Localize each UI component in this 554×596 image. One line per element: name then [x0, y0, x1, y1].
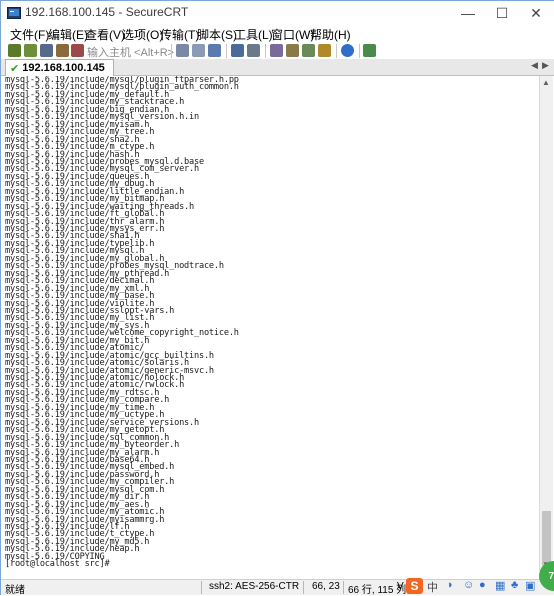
menu-script[interactable]: 脚本(S) [196, 26, 238, 43]
terminal-output[interactable]: mysql-5.6.19/include/mysql/plugin_ftpars… [2, 76, 538, 571]
disconnect-icon[interactable] [71, 44, 84, 57]
tab-bar: ✔ 192.168.100.145 ◀ ▶ [1, 59, 554, 76]
toolbar-divider [265, 44, 266, 58]
menu-edit[interactable]: 编辑(E) [47, 26, 89, 43]
toolbar-divider [226, 44, 227, 58]
menu-help[interactable]: 帮助(H) [309, 26, 352, 43]
menu-transfer[interactable]: 传输(T) [159, 26, 200, 43]
performance-badge-value: 70 [548, 570, 554, 582]
help-icon[interactable] [341, 44, 354, 57]
menu-options[interactable]: 选项(O) [121, 26, 164, 43]
keymap-icon[interactable] [363, 44, 376, 57]
skin-icon[interactable]: ♣ [511, 579, 518, 591]
tab-scroll-right-icon[interactable]: ▶ [542, 60, 549, 71]
status-terminal-type: V [397, 581, 404, 592]
copy-icon[interactable] [176, 44, 189, 57]
toolbar-divider [171, 44, 172, 58]
sftp-icon[interactable] [302, 44, 315, 57]
close-button[interactable]: ✕ [519, 1, 553, 25]
minimize-icon: — [461, 5, 475, 21]
connect-icon[interactable] [8, 44, 21, 57]
scroll-thumb[interactable] [542, 511, 551, 566]
paste-icon[interactable] [192, 44, 205, 57]
print-selection-icon[interactable] [247, 44, 260, 57]
voice-icon[interactable]: ● [479, 579, 486, 591]
toolbar-divider [359, 44, 360, 58]
window-title: 192.168.100.145 - SecureCRT [25, 5, 189, 19]
menu-view[interactable]: 查看(V) [84, 26, 126, 43]
session-options-icon[interactable] [270, 44, 283, 57]
quick-connect-input[interactable]: 输入主机 <Alt+R> [87, 44, 174, 60]
status-encryption: ssh2: AES-256-CTR [209, 581, 300, 592]
toolbar-divider [336, 44, 337, 58]
terminal-scrollbar[interactable]: ▲ ▼ [539, 76, 553, 571]
key-icon[interactable] [318, 44, 331, 57]
tab-label: 192.168.100.145 [22, 62, 105, 74]
toolbox-icon[interactable]: ▣ [525, 579, 535, 592]
scroll-up-icon[interactable]: ▲ [542, 78, 550, 87]
status-divider [303, 581, 304, 594]
menu-bar: 文件(F) 编辑(E) 查看(V) 选项(O) 传输(T) 脚本(S) 工具(L… [1, 25, 554, 43]
reconnect-icon[interactable] [56, 44, 69, 57]
securecrt-window: 192.168.100.145 - SecureCRT — ☐ ✕ 文件(F) … [0, 0, 554, 596]
tab-session[interactable]: ✔ 192.168.100.145 [5, 59, 114, 76]
global-options-icon[interactable] [286, 44, 299, 57]
half-width-icon[interactable]: ◗ [447, 579, 454, 591]
app-icon [7, 7, 21, 19]
menu-file[interactable]: 文件(F) [9, 26, 50, 43]
print-icon[interactable] [231, 44, 244, 57]
connect-tab-icon[interactable] [40, 44, 53, 57]
punctuation-icon[interactable]: 中 [427, 579, 438, 595]
emoji-icon[interactable]: ☺ [463, 579, 474, 591]
status-cursor: 66, 23 [312, 581, 340, 592]
find-icon[interactable] [208, 44, 221, 57]
toolbar: 输入主机 <Alt+R> [1, 43, 554, 59]
terminal-line: [root@localhost src]# [5, 559, 110, 570]
close-icon: ✕ [530, 4, 542, 21]
keyboard-icon[interactable]: ▦ [495, 579, 505, 592]
minimize-button[interactable]: — [451, 1, 485, 25]
status-divider [343, 581, 344, 594]
sogou-ime-logo[interactable]: S [406, 578, 423, 594]
quick-connect-icon[interactable] [24, 44, 37, 57]
maximize-icon: ☐ [495, 4, 509, 21]
maximize-button[interactable]: ☐ [485, 1, 519, 25]
check-icon: ✔ [10, 62, 20, 75]
title-bar[interactable]: 192.168.100.145 - SecureCRT — ☐ ✕ [1, 1, 554, 25]
tab-scroll-left-icon[interactable]: ◀ [531, 60, 538, 71]
menu-tools[interactable]: 工具(L) [233, 26, 274, 43]
status-divider [201, 581, 202, 594]
